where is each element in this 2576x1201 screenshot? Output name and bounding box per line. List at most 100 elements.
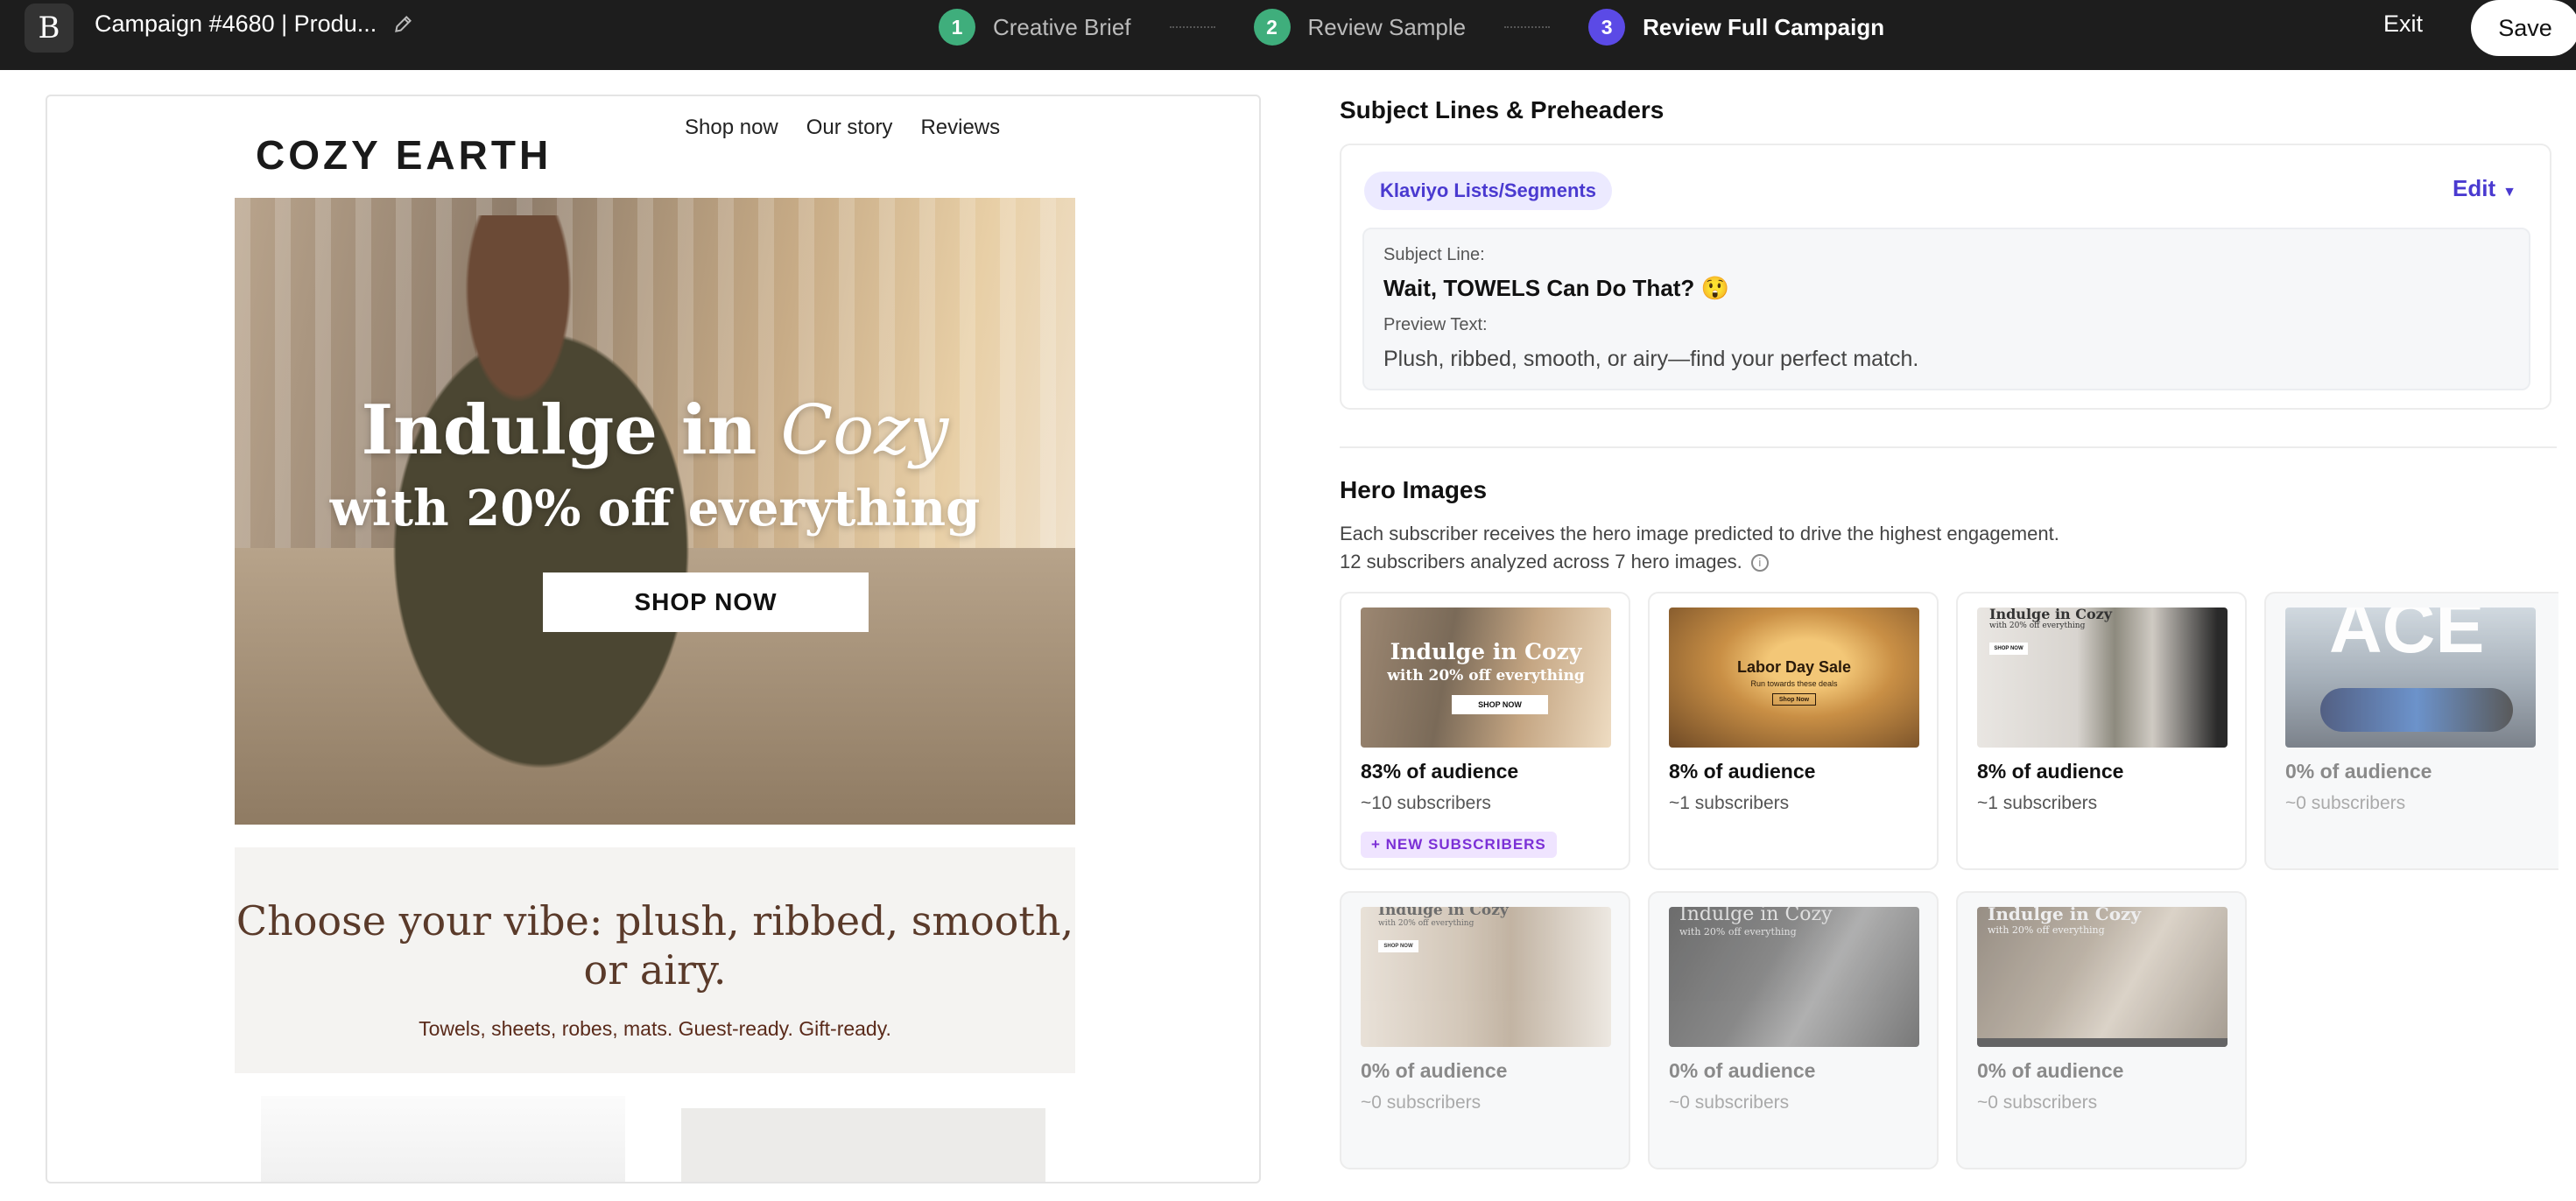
info-icon[interactable]: i xyxy=(1750,554,1769,572)
vibe-heading: Choose your vibe: plush, ribbed, smooth,… xyxy=(236,897,1074,994)
audience-percent: 8% of audience xyxy=(1977,760,2124,783)
step-progress: 1 Creative Brief 2 Review Sample 3 Revie… xyxy=(939,5,1884,49)
caret-down-icon: ▼ xyxy=(2502,185,2516,200)
thumb-subheadline: with 20% off everything xyxy=(1378,919,1475,928)
step-divider xyxy=(1169,26,1215,28)
step-review-sample[interactable]: 2 Review Sample xyxy=(1253,9,1467,46)
subscriber-count: ~0 subscribers xyxy=(1669,1092,1790,1113)
preview-text-value: Plush, ribbed, smooth, or airy—find your… xyxy=(1383,347,1919,371)
preview-text-label: Preview Text: xyxy=(1383,315,1488,334)
hero-images-title: Hero Images xyxy=(1340,476,1488,503)
segment-badge[interactable]: Klaviyo Lists/Segments xyxy=(1364,172,1612,210)
audience-percent: 0% of audience xyxy=(1361,1059,1508,1082)
hero-headline-text: Indulge in xyxy=(361,390,781,470)
brand-logo: COZY EARTH xyxy=(256,132,553,178)
nav-link-shop-now[interactable]: Shop now xyxy=(685,116,778,140)
save-button[interactable]: Save xyxy=(2471,0,2576,56)
subject-card: Klaviyo Lists/Segments Edit ▼ Subject Lin… xyxy=(1340,144,2551,410)
hero-thumbnail: Indulge in Cozy with 20% off everything … xyxy=(1361,608,1611,748)
thumb-subheadline: with 20% off everything xyxy=(1679,926,1797,938)
subject-section-title: Subject Lines & Preheaders xyxy=(1340,96,1665,123)
subscriber-count: ~1 subscribers xyxy=(1669,793,1790,813)
logo-text: B xyxy=(38,11,60,46)
hero-images-description: Each subscriber receives the hero image … xyxy=(1340,520,2059,576)
thumb-button: SHOP NOW xyxy=(1452,695,1548,714)
email-preview[interactable]: COZY EARTH Shop now Our story Reviews In… xyxy=(46,95,1261,1183)
hero-card[interactable]: Indulge in Cozy with 20% off everything … xyxy=(1340,592,1630,870)
edit-dropdown[interactable]: Edit ▼ xyxy=(2453,175,2516,202)
nav-link-reviews[interactable]: Reviews xyxy=(920,116,1000,140)
thumb-button: SHOP NOW xyxy=(1378,940,1418,952)
thumb-headline: Indulge in Cozy xyxy=(1390,639,1582,664)
thumb-bar xyxy=(1977,1038,2228,1047)
step-label: Review Full Campaign xyxy=(1643,13,1885,40)
subject-detail[interactable]: Subject Line: Wait, TOWELS Can Do That? … xyxy=(1362,228,2530,390)
hero-subheadline: with 20% off everything xyxy=(329,480,981,537)
subscriber-count: ~0 subscribers xyxy=(1361,1092,1482,1113)
audience-percent: 0% of audience xyxy=(2285,760,2432,783)
step-label: Creative Brief xyxy=(993,13,1131,40)
campaign-title[interactable]: Campaign #4680 | Produ... xyxy=(95,11,377,38)
step-creative-brief[interactable]: 1 Creative Brief xyxy=(939,9,1131,46)
thumb-headline: ACE xyxy=(2329,608,2485,668)
nav-link-our-story[interactable]: Our story xyxy=(806,116,893,140)
step-divider xyxy=(1504,26,1551,28)
step-number: 2 xyxy=(1253,9,1291,46)
thumb-headline: Indulge in Cozy xyxy=(1378,907,1509,919)
hero-card[interactable]: Indulge in Cozy with 20% off everything … xyxy=(1340,891,1630,1169)
product-image[interactable] xyxy=(681,1108,1045,1182)
hero-thumbnail: Indulge in Cozy with 20% off everything … xyxy=(1361,907,1611,1047)
subject-line-value: Wait, TOWELS Can Do That? 😲 xyxy=(1383,275,1729,301)
step-label: Review Sample xyxy=(1307,13,1467,40)
thumb-subheadline: Run towards these deals xyxy=(1750,679,1838,688)
thumb-headline: Indulge in Cozy xyxy=(1988,907,2142,924)
hero-image[interactable]: Indulge in Cozy with 20% off everything … xyxy=(235,198,1075,825)
thumb-headline: Labor Day Sale xyxy=(1736,658,1852,676)
hero-headline: Indulge in Cozy xyxy=(235,390,1075,470)
subscriber-count: ~0 subscribers xyxy=(1977,1092,2098,1113)
hero-card[interactable]: ACE 0% of audience ~0 subscribers xyxy=(2264,592,2558,870)
hero-card[interactable]: Indulge in Cozy with 20% off everything … xyxy=(1956,891,2247,1169)
thumb-headline: Indulge in Cozy xyxy=(1679,907,1833,925)
top-bar: B Campaign #4680 | Produ... 1 Creative B… xyxy=(0,0,2576,70)
sunglasses-graphic xyxy=(2320,688,2513,732)
hero-thumbnail: Indulge in Cozy with 20% off everything xyxy=(1669,907,1919,1047)
vibe-subtext: Towels, sheets, robes, mats. Guest-ready… xyxy=(419,1017,891,1040)
subscriber-count: ~10 subscribers xyxy=(1361,793,1491,813)
app-logo[interactable]: B xyxy=(25,4,74,53)
step-number: 3 xyxy=(1588,9,1626,46)
audience-percent: 0% of audience xyxy=(1977,1059,2124,1082)
thumb-button: SHOP NOW xyxy=(1989,643,2028,655)
thumb-headline: Indulge in Cozy xyxy=(1989,608,2113,622)
hero-thumbnail: ACE xyxy=(2285,608,2536,748)
shop-now-button[interactable]: SHOP NOW xyxy=(543,572,869,632)
hero-thumbnail: Indulge in Cozy with 20% off everything … xyxy=(1977,608,2228,748)
audience-percent: 83% of audience xyxy=(1361,760,1519,783)
subscriber-count: ~1 subscribers xyxy=(1977,793,2098,813)
section-divider xyxy=(1340,446,2557,448)
subscriber-count: ~0 subscribers xyxy=(2285,793,2406,813)
subject-line-label: Subject Line: xyxy=(1383,245,1485,264)
step-number: 1 xyxy=(939,9,975,46)
step-review-full-campaign[interactable]: 3 Review Full Campaign xyxy=(1588,9,1884,46)
vibe-section: Choose your vibe: plush, ribbed, smooth,… xyxy=(235,847,1075,1073)
hero-thumbnail: Indulge in Cozy with 20% off everything xyxy=(1977,907,2228,1047)
hero-desc-line1: Each subscriber receives the hero image … xyxy=(1340,523,2059,544)
thumb-subheadline: with 20% off everything xyxy=(1387,667,1585,685)
email-nav: Shop now Our story Reviews xyxy=(685,116,1000,140)
pencil-icon[interactable] xyxy=(392,12,415,35)
thumb-button: Shop Now xyxy=(1772,693,1816,706)
audience-percent: 8% of audience xyxy=(1669,760,1816,783)
audience-percent: 0% of audience xyxy=(1669,1059,1816,1082)
hero-headline-script: Cozy xyxy=(780,391,949,470)
hero-card[interactable]: Indulge in Cozy with 20% off everything … xyxy=(1956,592,2247,870)
edit-label: Edit xyxy=(2453,175,2496,201)
hero-card[interactable]: Indulge in Cozy with 20% off everything … xyxy=(1648,891,1939,1169)
product-image[interactable] xyxy=(261,1096,625,1182)
hero-desc-line2: 12 subscribers analyzed across 7 hero im… xyxy=(1340,548,2059,576)
new-subscribers-badge: + NEW SUBSCRIBERS xyxy=(1361,832,1557,858)
hero-thumbnail: Labor Day Sale Run towards these deals S… xyxy=(1669,608,1919,748)
hero-card[interactable]: Labor Day Sale Run towards these deals S… xyxy=(1648,592,1939,870)
exit-button[interactable]: Exit xyxy=(2383,11,2423,38)
thumb-subheadline: with 20% off everything xyxy=(1988,924,2105,936)
